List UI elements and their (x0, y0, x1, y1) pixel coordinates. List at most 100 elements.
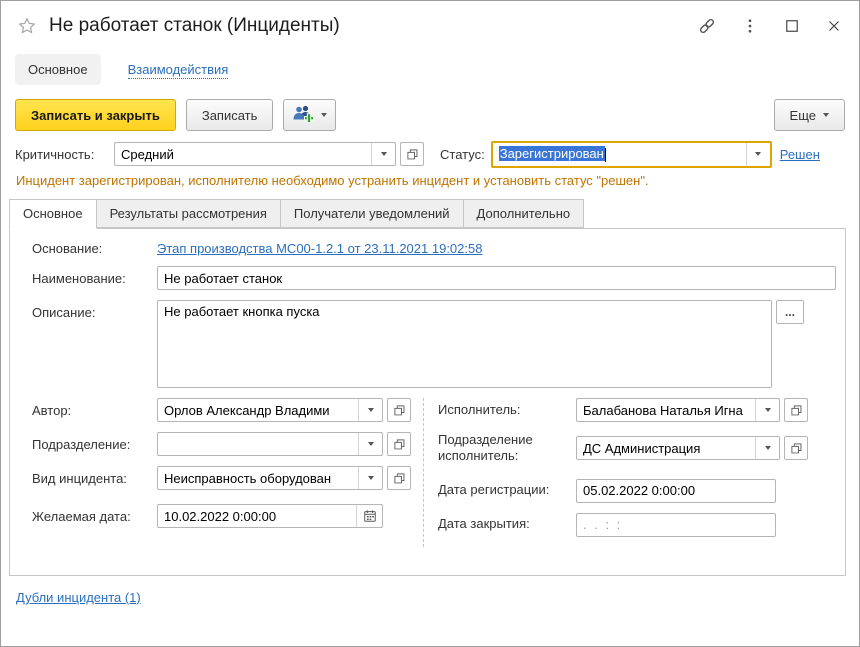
tab-notification-recipients-label: Получатели уведомлений (294, 206, 450, 221)
chevron-down-icon[interactable] (746, 143, 770, 166)
two-column-area: Автор: Орлов Александр Владими Подраздел… (32, 398, 836, 547)
author-value: Орлов Александр Владими (158, 403, 358, 418)
chevron-down-icon[interactable] (755, 437, 779, 459)
author-open-button[interactable] (387, 398, 411, 422)
basis-link[interactable]: Этап производства МС00-1.2.1 от 23.11.20… (157, 241, 482, 256)
desired-date-label: Желаемая дата: (32, 509, 157, 524)
author-row: Автор: Орлов Александр Владими (32, 398, 423, 422)
description-label: Описание: (32, 300, 157, 320)
registration-date-value: 05.02.2022 0:00:00 (583, 483, 695, 498)
calendar-icon[interactable] (356, 505, 382, 527)
executor-select[interactable]: Балабанова Наталья Игна (576, 398, 780, 422)
registration-date-label: Дата регистрации: (438, 482, 576, 498)
nav-tabs: Основное Взаимодействия (1, 51, 859, 87)
status-label: Статус: (440, 147, 485, 162)
department-select[interactable] (157, 432, 383, 456)
main-panel: Основание: Этап производства МС00-1.2.1 … (9, 228, 846, 576)
users-add-icon (292, 104, 314, 127)
closing-date-row: Дата закрытия: . . : : (438, 513, 836, 537)
closing-date-value: . . : : (583, 517, 622, 532)
incident-type-value: Неисправность оборудован (158, 471, 358, 486)
chevron-down-icon (823, 113, 829, 117)
criticality-open-button[interactable] (400, 142, 424, 166)
tab-additional-label: Дополнительно (477, 206, 571, 221)
close-icon[interactable] (825, 17, 843, 35)
description-expand-button[interactable]: ... (776, 300, 804, 324)
criticality-label: Критичность: (15, 147, 114, 162)
author-select[interactable]: Орлов Александр Владими (157, 398, 383, 422)
assign-users-button[interactable] (283, 99, 336, 131)
page-title: Не работает станок (Инциденты) (49, 15, 340, 37)
favorite-star-icon[interactable] (17, 16, 37, 36)
more-actions-label: Еще (790, 108, 816, 123)
incident-type-select[interactable]: Неисправность оборудован (157, 466, 383, 490)
description-row: Описание: Не работает кнопка пуска ... (32, 300, 836, 388)
command-bar: Записать и закрыть Записать Еще (1, 87, 859, 139)
description-textarea[interactable]: Не работает кнопка пуска (157, 300, 772, 388)
nav-tab-main[interactable]: Основное (15, 54, 101, 85)
executor-department-value: ДС Администрация (577, 441, 755, 456)
tab-review-results[interactable]: Результаты рассмотрения (96, 199, 281, 228)
incident-type-label: Вид инцидента: (32, 471, 157, 486)
tab-notification-recipients[interactable]: Получатели уведомлений (280, 199, 464, 228)
executor-department-row: Подразделение исполнитель: ДС Администра… (438, 432, 836, 465)
registration-date-input[interactable]: 05.02.2022 0:00:00 (576, 479, 776, 503)
basis-row: Основание: Этап производства МС00-1.2.1 … (32, 241, 836, 256)
executor-department-label: Подразделение исполнитель: (438, 432, 576, 465)
incident-type-open-button[interactable] (387, 466, 411, 490)
maximize-icon[interactable] (783, 17, 801, 35)
desired-date-input[interactable]: 10.02.2022 0:00:00 (157, 504, 383, 528)
tab-additional[interactable]: Дополнительно (463, 199, 585, 228)
chevron-down-icon[interactable] (358, 433, 382, 455)
chevron-down-icon[interactable] (358, 467, 382, 489)
desired-date-row: Желаемая дата: 10.02.2022 0:00:00 (32, 504, 423, 528)
tab-main-label: Основное (23, 206, 83, 221)
status-row: Критичность: Средний Статус: Зарегистрир… (1, 139, 859, 169)
executor-department-open-button[interactable] (784, 436, 808, 460)
chevron-down-icon[interactable] (358, 399, 382, 421)
right-column: Исполнитель: Балабанова Наталья Игна Под… (424, 398, 836, 547)
name-row: Наименование: (32, 266, 836, 290)
incident-duplicates-link[interactable]: Дубли инцидента (1) (16, 590, 141, 605)
executor-open-button[interactable] (784, 398, 808, 422)
status-warning-text: Инцидент зарегистрирован, исполнителю не… (1, 169, 859, 190)
department-row: Подразделение: (32, 432, 423, 456)
status-select[interactable]: Зарегистрирован (491, 141, 772, 168)
executor-value: Балабанова Наталья Игна (577, 403, 755, 418)
more-actions-button[interactable]: Еще (774, 99, 845, 131)
copy-link-icon[interactable] (697, 16, 717, 36)
registration-date-row: Дата регистрации: 05.02.2022 0:00:00 (438, 479, 836, 503)
executor-department-select[interactable]: ДС Администрация (576, 436, 780, 460)
left-column: Автор: Орлов Александр Владими Подраздел… (32, 398, 424, 547)
basis-label: Основание: (32, 241, 157, 256)
desired-date-value: 10.02.2022 0:00:00 (158, 509, 356, 524)
save-button[interactable]: Записать (186, 99, 274, 131)
resolve-status-link[interactable]: Решен (780, 147, 820, 162)
save-and-close-button[interactable]: Записать и закрыть (15, 99, 176, 131)
chevron-down-icon[interactable] (755, 399, 779, 421)
status-value-selected: Зарегистрирован (499, 146, 605, 161)
name-input[interactable] (157, 266, 836, 290)
closing-date-label: Дата закрытия: (438, 516, 576, 532)
closing-date-input[interactable]: . . : : (576, 513, 776, 537)
nav-tab-interactions[interactable]: Взаимодействия (115, 54, 242, 85)
tab-review-results-label: Результаты рассмотрения (110, 206, 267, 221)
nav-tab-main-label: Основное (28, 62, 88, 77)
name-label: Наименование: (32, 271, 157, 286)
title-bar: Не работает станок (Инциденты) (1, 1, 859, 51)
department-open-button[interactable] (387, 432, 411, 456)
author-label: Автор: (32, 403, 157, 418)
incident-type-row: Вид инцидента: Неисправность оборудован (32, 466, 423, 490)
more-menu-icon[interactable] (741, 17, 759, 35)
nav-tab-interactions-label: Взаимодействия (128, 62, 229, 79)
executor-row: Исполнитель: Балабанова Наталья Игна (438, 398, 836, 422)
titlebar-actions (697, 16, 843, 36)
footer: Дубли инцидента (1) (1, 576, 859, 619)
tab-main[interactable]: Основное (9, 199, 97, 229)
criticality-select[interactable]: Средний (114, 142, 396, 166)
executor-label: Исполнитель: (438, 402, 576, 418)
department-label: Подразделение: (32, 437, 157, 452)
chevron-down-icon[interactable] (371, 143, 395, 165)
form-tabs: Основное Результаты рассмотрения Получат… (9, 199, 859, 228)
save-and-close-label: Записать и закрыть (31, 108, 160, 123)
